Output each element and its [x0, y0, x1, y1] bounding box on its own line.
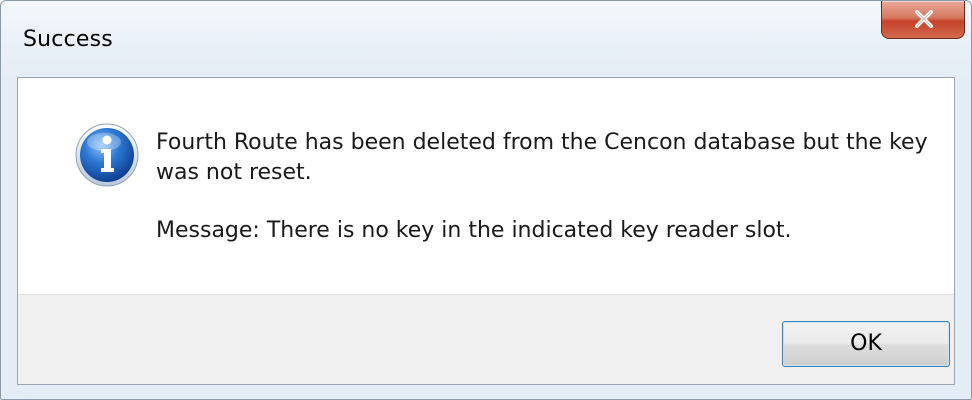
title-bar[interactable]: Success [1, 1, 971, 77]
message-text-line-2: was not reset. [156, 160, 312, 185]
message-area: Fourth Route has been deleted from the C… [18, 78, 954, 294]
close-button[interactable] [881, 1, 965, 39]
message-detail-text: Message: There is no key in the indicate… [156, 218, 792, 243]
button-bar: OK [18, 294, 954, 384]
window-title: Success [23, 27, 113, 52]
ok-button[interactable]: OK [782, 321, 950, 367]
info-icon [75, 123, 139, 187]
message-text-line-1: Fourth Route has been deleted from the C… [156, 130, 928, 155]
dialog-client-area: Fourth Route has been deleted from the C… [17, 77, 955, 385]
close-icon [915, 10, 933, 28]
dialog-window: Success Fourth Route has been deleted fr… [0, 0, 972, 400]
